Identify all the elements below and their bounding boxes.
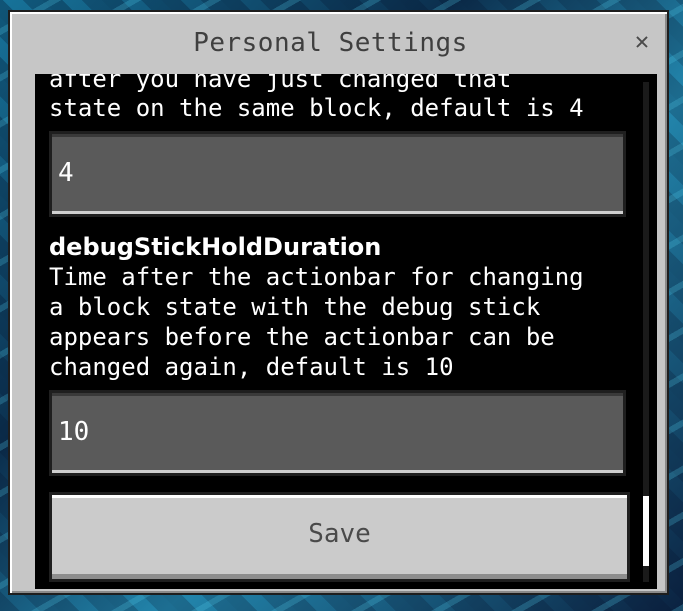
settings-list: after you have just changed that state o… (35, 74, 657, 589)
description-line: a block state with the debug stick (49, 293, 541, 321)
debug-stick-hold-duration-input[interactable]: 10 (49, 390, 626, 476)
setting-value-text: 4 (58, 158, 74, 188)
description-line: appears before the actionbar can be (49, 323, 555, 351)
setting-description: state on the same block, default is 4 (49, 94, 584, 122)
description-line: Time after the actionbar for changing (49, 263, 584, 291)
save-button[interactable]: Save (49, 492, 630, 582)
dialog-title: Personal Settings (193, 28, 468, 58)
scrollbar-thumb[interactable] (643, 496, 649, 566)
setting-name-debug-stick-hold-duration: debugStickHoldDuration (49, 233, 382, 261)
settings-scroll-panel[interactable]: after you have just changed that state o… (35, 74, 657, 589)
close-icon[interactable]: ✕ (631, 29, 653, 53)
personal-settings-dialog: Personal Settings ✕ after you have just … (8, 10, 669, 595)
setting-value-text: 10 (58, 417, 90, 447)
setting-value-input[interactable]: 4 (49, 131, 626, 217)
setting-description-partial: after you have just changed that (49, 74, 512, 93)
setting-description-debug-stick-hold-duration: Time after the actionbar for changing a … (49, 262, 584, 382)
description-line: changed again, default is 10 (49, 353, 454, 381)
